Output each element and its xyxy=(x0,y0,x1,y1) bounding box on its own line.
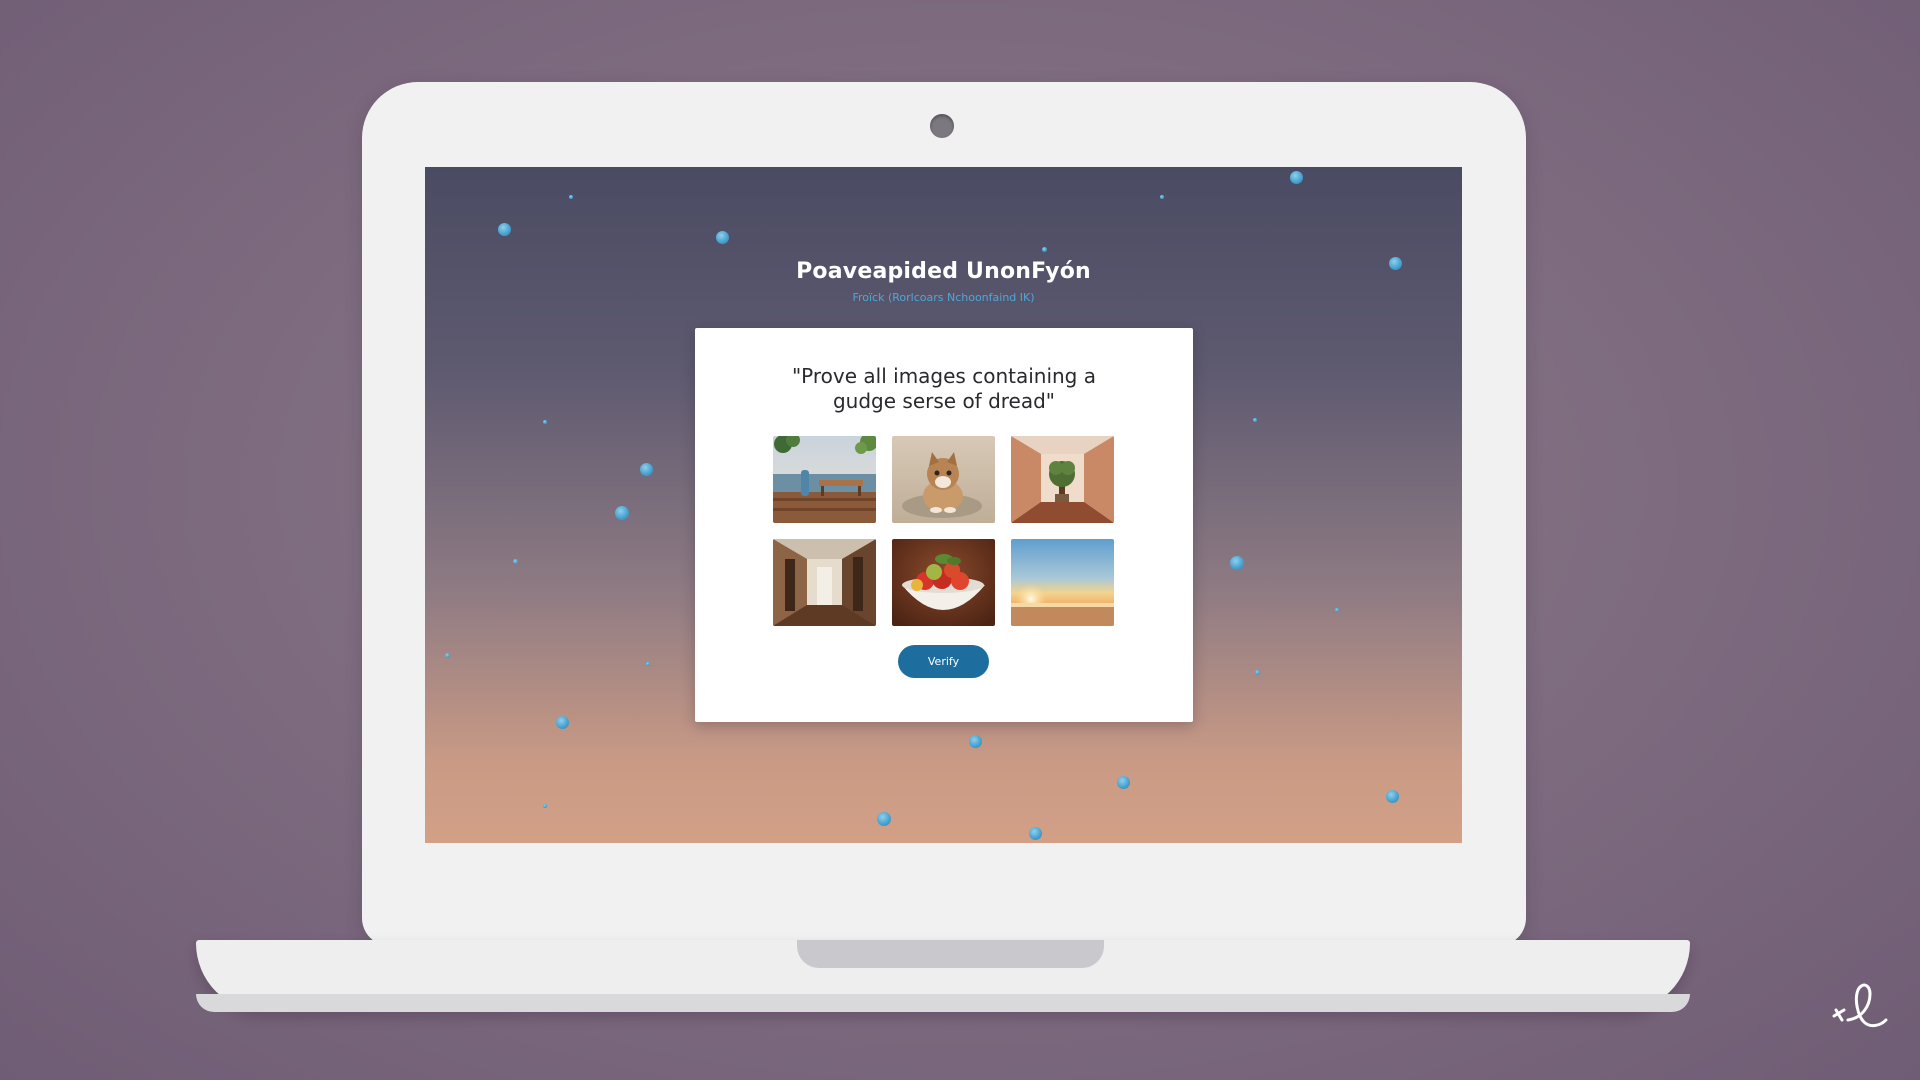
floating-particle xyxy=(556,716,569,729)
floating-particle xyxy=(877,812,891,826)
floating-particle xyxy=(615,506,629,520)
floating-particle xyxy=(1117,776,1130,789)
captcha-tile-kitten[interactable] xyxy=(892,436,995,523)
floating-particle xyxy=(1386,790,1399,803)
verify-button[interactable]: Verify xyxy=(898,645,989,678)
hallway-tree-image xyxy=(1011,436,1114,523)
floating-particle xyxy=(1042,247,1047,252)
page-title: Poaveapided UnonFyón xyxy=(796,259,1091,284)
captcha-tile-sunset-beach[interactable] xyxy=(1011,539,1114,626)
floating-particle xyxy=(543,804,547,808)
captcha-prompt-line-1: "Prove all images containing a xyxy=(791,364,1096,388)
fruit-bowl-image xyxy=(892,539,995,626)
floating-particle xyxy=(1290,171,1303,184)
floating-particle xyxy=(716,231,729,244)
floating-particle xyxy=(1255,670,1260,675)
floating-particle xyxy=(513,559,518,564)
laptop-base-shade xyxy=(196,994,1690,1012)
captcha-tile-fruit-bowl[interactable] xyxy=(892,539,995,626)
captcha-tile-corridor[interactable] xyxy=(773,539,876,626)
floating-particle xyxy=(498,223,511,236)
captcha-tile-bench-by-sea[interactable] xyxy=(773,436,876,523)
corridor-image xyxy=(773,539,876,626)
floating-particle xyxy=(1029,827,1042,840)
floating-particle xyxy=(543,420,547,424)
floating-particle xyxy=(640,463,653,476)
floating-particle xyxy=(569,195,573,199)
floating-particle xyxy=(1253,418,1257,422)
page-subtitle: Froïck (Rorlcoars Nchoonfaind IK) xyxy=(852,291,1035,304)
floating-particle xyxy=(445,653,450,658)
kitten-image xyxy=(892,436,995,523)
signature-mark xyxy=(1832,983,1888,1028)
floating-particle xyxy=(646,662,650,666)
floating-particle xyxy=(1335,608,1339,612)
floating-particle xyxy=(1160,195,1164,199)
sunset-beach-image xyxy=(1011,539,1114,626)
captcha-tile-hallway-tree[interactable] xyxy=(1011,436,1114,523)
floating-particle xyxy=(969,735,982,748)
captcha-image-grid xyxy=(773,436,1115,626)
bench-by-sea-image xyxy=(773,436,876,523)
webcam-icon xyxy=(930,114,954,138)
floating-particle xyxy=(1230,556,1244,570)
captcha-prompt-line-2: gudge serse of dread" xyxy=(832,389,1056,413)
captcha-card: "Prove all images containing a gudge ser… xyxy=(695,328,1193,722)
captcha-prompt: "Prove all images containing a gudge ser… xyxy=(715,364,1173,414)
trackpad-notch xyxy=(797,940,1104,968)
laptop-screen: Poaveapided UnonFyón Froïck (Rorlcoars N… xyxy=(425,167,1462,843)
